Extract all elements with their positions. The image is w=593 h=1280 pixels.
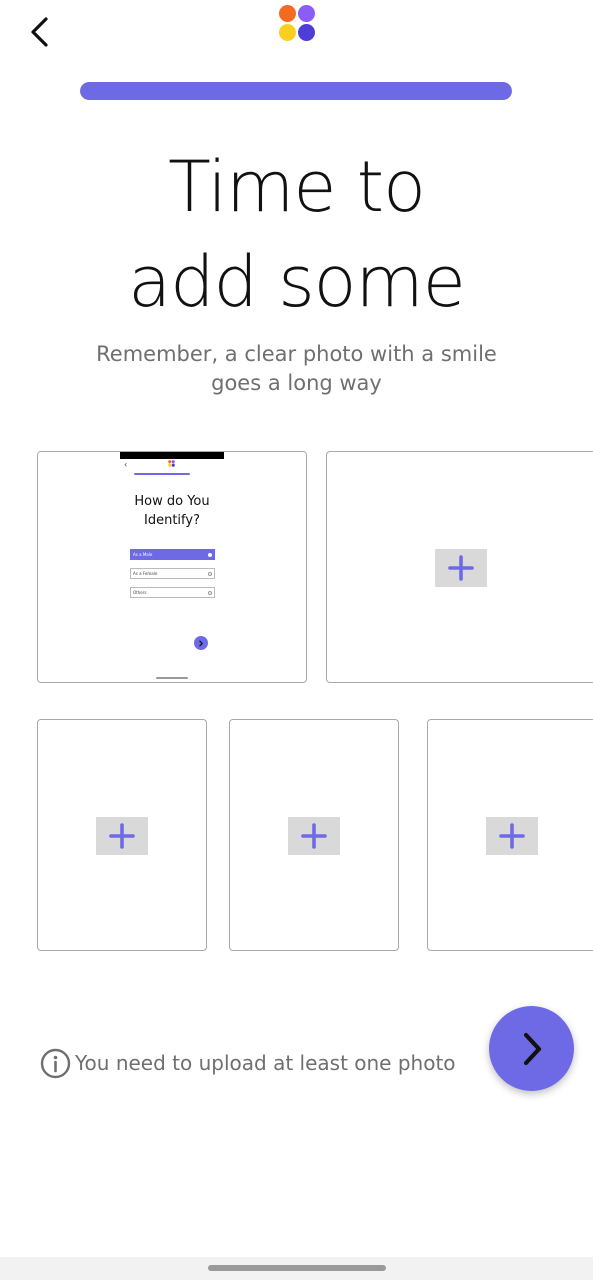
thumbnail-progress bbox=[134, 473, 190, 475]
system-nav-bar bbox=[0, 1257, 593, 1280]
info-icon bbox=[40, 1048, 71, 1078]
progress-bar bbox=[80, 82, 512, 100]
plus-icon bbox=[109, 823, 135, 849]
thumbnail-home-indicator bbox=[156, 677, 188, 679]
add-photo-button[interactable] bbox=[486, 817, 538, 855]
title-line-1: Time to bbox=[168, 146, 426, 228]
thumbnail-back-icon: ‹ bbox=[124, 460, 128, 469]
photo-thumbnail: ‹ How do You Identify? As a Male As a Fe… bbox=[120, 452, 224, 680]
plus-icon bbox=[301, 823, 327, 849]
add-photo-button[interactable] bbox=[435, 549, 487, 587]
chevron-left-icon bbox=[31, 17, 48, 47]
plus-icon bbox=[499, 823, 525, 849]
thumbnail-next-icon bbox=[194, 636, 208, 650]
photo-slot-3[interactable] bbox=[37, 719, 207, 951]
notice-text: You need to upload at least one photo bbox=[75, 1051, 456, 1075]
chevron-right-icon bbox=[523, 1032, 541, 1065]
next-button[interactable] bbox=[489, 1006, 574, 1091]
thumbnail-option-2: As a Female bbox=[130, 568, 215, 579]
add-photo-button[interactable] bbox=[96, 817, 148, 855]
thumbnail-status-bar bbox=[120, 452, 224, 459]
photo-slot-1[interactable]: ‹ How do You Identify? As a Male As a Fe… bbox=[37, 451, 307, 683]
plus-icon bbox=[448, 555, 474, 581]
thumbnail-title-line-2: Identify? bbox=[144, 513, 200, 528]
photo-slot-5[interactable] bbox=[427, 719, 593, 951]
home-indicator[interactable] bbox=[208, 1265, 386, 1271]
subtitle-line-1: Remember, a clear photo with a smile bbox=[96, 342, 497, 366]
thumbnail-option-1: As a Male bbox=[130, 549, 215, 560]
thumbnail-option-label: As a Female bbox=[133, 571, 158, 576]
radio-icon bbox=[208, 572, 212, 576]
page-title: Time to add some bbox=[0, 140, 593, 330]
photo-slot-2[interactable] bbox=[326, 451, 593, 683]
title-line-2: add some bbox=[128, 241, 466, 323]
upload-notice: You need to upload at least one photo bbox=[40, 1046, 456, 1080]
thumbnail-option-3: Others bbox=[130, 587, 215, 598]
thumbnail-title: How do You Identify? bbox=[120, 492, 224, 530]
radio-icon bbox=[208, 553, 212, 557]
progress-fill bbox=[80, 82, 512, 100]
thumbnail-option-label: As a Male bbox=[133, 552, 153, 557]
add-photo-button[interactable] bbox=[288, 817, 340, 855]
thumbnail-option-label: Others bbox=[133, 590, 147, 595]
thumbnail-logo-icon bbox=[168, 460, 175, 467]
back-button[interactable] bbox=[22, 12, 58, 52]
photo-slot-4[interactable] bbox=[229, 719, 399, 951]
subtitle-line-2: goes a long way bbox=[211, 371, 382, 395]
radio-icon bbox=[208, 591, 212, 595]
four-petal-logo-icon bbox=[279, 5, 315, 41]
page-subtitle: Remember, a clear photo with a smile goe… bbox=[60, 340, 533, 398]
thumbnail-title-line-1: How do You bbox=[134, 494, 210, 509]
